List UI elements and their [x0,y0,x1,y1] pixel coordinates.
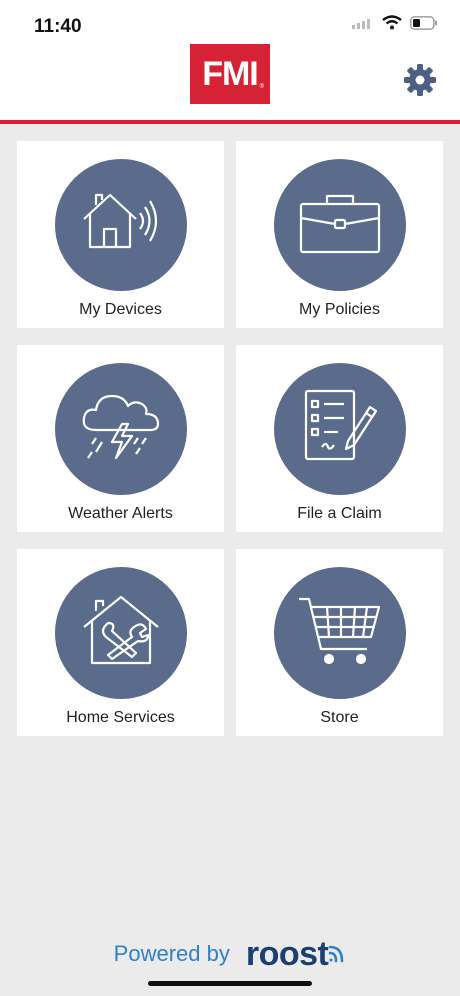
roost-signal-icon [328,935,346,974]
app-header: FMI ® [0,44,460,120]
tile-circle [54,159,187,291]
tile-weather-alerts[interactable]: Weather Alerts [17,345,224,532]
signal-icon [352,16,374,34]
tile-file-a-claim[interactable]: File a Claim [236,345,443,532]
fmi-logo: FMI ® [190,44,270,104]
home-tools-icon [76,591,166,676]
logo-registered-mark: ® [259,84,264,90]
tile-label: My Devices [79,301,162,318]
roost-brand-text: roost [245,934,329,973]
tile-label: Home Services [66,709,175,726]
tile-circle [273,567,406,699]
briefcase-icon [295,188,385,263]
claim-form-icon [298,385,382,474]
tile-circle [273,159,406,291]
powered-by-footer: Powered by roost [0,934,460,974]
tile-label: Store [320,709,359,726]
tile-home-services[interactable]: Home Services [17,549,224,736]
tile-circle [273,363,406,495]
house-signal-icon [76,183,166,268]
gear-icon [403,63,437,102]
wifi-icon [382,15,402,35]
status-icons [352,15,438,35]
tile-my-devices[interactable]: My Devices [17,141,224,328]
home-indicator [148,981,312,986]
menu-grid: My Devices My Policies Weather Alerts Fi… [17,141,443,736]
tile-circle [54,567,187,699]
tile-store[interactable]: Store [236,549,443,736]
shopping-cart-icon [295,591,385,676]
battery-icon [410,15,438,35]
tile-label: Weather Alerts [68,505,173,522]
settings-button[interactable] [402,63,438,102]
logo-text: FMI [202,54,259,93]
status-bar: 11:40 [0,0,460,44]
status-time: 11:40 [34,16,82,37]
tile-circle [54,363,187,495]
header-accent-line [0,120,460,124]
roost-logo: roost [246,935,347,974]
tile-label: My Policies [299,301,380,318]
tile-my-policies[interactable]: My Policies [236,141,443,328]
powered-by-text: Powered by [113,941,230,966]
tile-label: File a Claim [297,505,382,522]
storm-cloud-icon [76,384,166,475]
